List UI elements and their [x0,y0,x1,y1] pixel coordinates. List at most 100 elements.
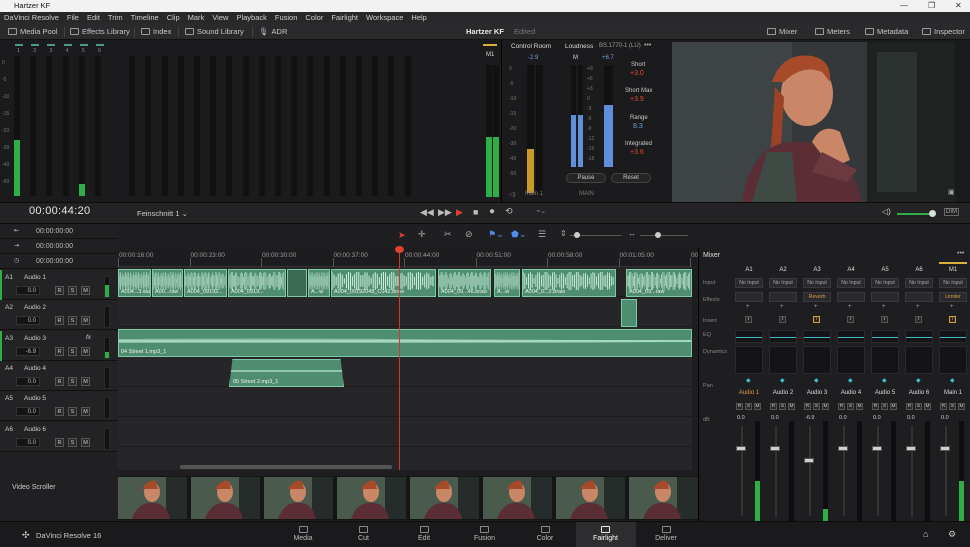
tc-value[interactable]: 00:00:00:00 [36,254,73,269]
tc-value[interactable]: 00:00:00:00 [36,224,73,239]
mute-button[interactable]: M [788,403,795,410]
track-name[interactable]: Audio 6 [24,426,46,433]
eq-graph[interactable] [803,330,831,343]
solo-button[interactable]: S [745,403,752,410]
track-header-a2[interactable]: A2 Audio 2 0.0 R S M [0,300,118,331]
fast-forward-icon[interactable]: ▶▶ [438,207,452,218]
pan-dot-icon[interactable]: ◆ [950,377,955,384]
record-arm-button[interactable]: R [736,403,743,410]
mixer-fader-track[interactable] [843,426,845,516]
mixer-input-select[interactable]: No Input [803,278,831,288]
page-tab-fusion[interactable]: Fusion [455,522,515,547]
flag-icon[interactable]: ⚑⌄ [488,229,504,240]
audio-clip[interactable]: A00...raw [152,269,183,297]
automation-icon[interactable]: ⌁⌄ [536,207,546,215]
menu-item[interactable]: Playback [236,13,266,22]
video-scroller[interactable] [118,476,700,520]
mixer-fader-track[interactable] [911,426,913,516]
maximize-icon[interactable]: ❐ [928,0,935,12]
volume-icon[interactable]: ◁) [882,207,891,216]
speaker-icon[interactable]: ◁) [509,191,516,198]
record-arm-button[interactable]: R [55,407,64,417]
loudness-standard[interactable]: BS.1770-1 (LU) [599,43,641,49]
record-arm-button[interactable]: R [804,403,811,410]
track-name[interactable]: Audio 2 [24,304,46,311]
horizontal-zoom-knob[interactable] [655,232,661,238]
link-icon[interactable]: ⊘ [465,229,473,240]
solo-button[interactable]: S [779,403,786,410]
mixer-channel-name[interactable]: Audio 1 [733,390,765,396]
close-icon[interactable]: ✕ [955,0,962,12]
track-header-a3[interactable]: A3 Audio 3 fx -6.9 R S M [0,330,118,361]
record-arm-button[interactable]: R [770,403,777,410]
mixer-fader-track[interactable] [877,426,879,516]
pan-dot-icon[interactable]: ◆ [780,377,785,384]
mixer-channel-name[interactable]: Audio 2 [767,390,799,396]
track-volume[interactable]: 0.0 [16,286,40,295]
record-arm-button[interactable]: R [55,286,64,295]
track-volume[interactable]: 0.0 [16,407,40,417]
insert-toggle[interactable]: I [813,316,820,323]
scroller-thumbnail[interactable] [483,477,554,519]
settings-gear-icon[interactable]: ⚙ [948,529,956,540]
menu-item[interactable]: Trim [108,13,123,22]
menu-item[interactable]: Mark [188,13,205,22]
track-volume[interactable]: 0.0 [16,316,40,326]
page-tab-edit[interactable]: Edit [394,522,454,547]
audio-clip[interactable]: A004_09...46.braw [438,269,491,297]
solo-button[interactable]: S [68,346,77,356]
zoom-vertical-icon[interactable]: ⇕ [560,229,567,238]
mixer-channel-name[interactable]: Audio 4 [835,390,867,396]
dynamics-graph[interactable] [905,346,933,374]
zoom-horizontal-icon[interactable]: ↔ [628,229,636,238]
record-arm-button[interactable]: R [906,403,913,410]
track-name[interactable]: Audio 1 [24,274,46,281]
dynamics-graph[interactable] [735,346,763,374]
mixer-channel-name[interactable]: Main 1 [937,390,969,396]
mixer-effect-slot[interactable] [905,292,933,302]
insert-toggle[interactable]: I [881,316,888,323]
record-arm-button[interactable]: R [940,403,947,410]
solo-button[interactable]: S [949,403,956,410]
timeline-ruler[interactable]: 00:00:16:00 00:00:23:00 00:00:30:00 00:00:3… [118,248,713,267]
record-arm-button[interactable]: R [55,346,64,356]
mute-button[interactable]: M [81,346,90,356]
loudness-output[interactable]: MAIN [579,191,594,197]
record-arm-button[interactable]: R [872,403,879,410]
menu-item[interactable]: Edit [87,13,100,22]
record-arm-button[interactable]: R [55,376,64,386]
audio-clip[interactable]: A...w [308,269,330,297]
audio-clip[interactable]: A004_0...2.braw [522,269,616,297]
page-tab-media[interactable]: Media [273,522,333,547]
menu-item[interactable]: File [67,13,79,22]
mixer-channel-name[interactable]: Audio 3 [801,390,833,396]
mixer-effect-slot[interactable]: Reverb [803,292,831,302]
mixer-fader-knob[interactable] [872,446,882,451]
razor-tool-icon[interactable]: ✂ [444,229,452,240]
page-tab-deliver[interactable]: Deliver [636,522,696,547]
solo-button[interactable]: S [68,316,77,326]
add-effect-icon[interactable]: + [814,304,818,310]
loop-icon[interactable]: ⟲ [505,206,513,217]
mute-button[interactable]: M [81,316,90,326]
mixer-fader-knob[interactable] [838,446,848,451]
track-name[interactable]: Audio 3 [24,335,46,342]
menu-item[interactable]: Workspace [366,13,403,22]
mute-button[interactable]: M [81,286,90,295]
audio-clip[interactable]: A004_0919... [228,269,286,297]
track-fx-icon[interactable]: fx [86,334,91,341]
add-effect-icon[interactable]: + [746,304,750,310]
mute-button[interactable]: M [81,437,90,447]
page-tab-cut[interactable]: Cut [334,522,394,547]
menu-item[interactable]: Timeline [131,13,159,22]
track-header-a1[interactable]: A1 Audio 1 0.0 R S M [0,270,118,300]
record-arm-button[interactable]: R [55,437,64,447]
effects-library-button[interactable]: Effects Library [70,23,130,40]
audio-clip-street-1[interactable]: 04 Street 1.mp3_1 [118,329,692,357]
timeline-horizontal-scrollbar[interactable] [180,465,392,469]
pan-dot-icon[interactable]: ◆ [882,377,887,384]
mixer-options-icon[interactable]: ••• [957,250,964,257]
marker-icon[interactable]: ⬟⌄ [511,229,526,240]
eq-graph[interactable] [939,330,967,343]
rewind-icon[interactable]: ◀◀ [420,207,434,218]
